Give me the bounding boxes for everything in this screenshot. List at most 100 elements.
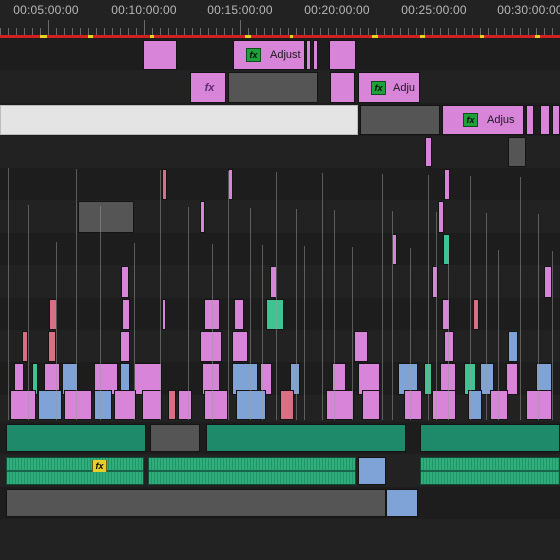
- video-clip[interactable]: [64, 390, 92, 420]
- video-clip[interactable]: [232, 331, 248, 362]
- audio-clip[interactable]: [206, 424, 406, 452]
- audio-clip[interactable]: [358, 457, 386, 485]
- adjustment-clip[interactable]: [552, 105, 560, 135]
- nested-clip-group[interactable]: [508, 137, 526, 167]
- video-clip[interactable]: [162, 169, 167, 200]
- ruler-tick: [480, 28, 481, 35]
- video-clip[interactable]: [204, 390, 228, 420]
- video-clip[interactable]: [490, 390, 508, 420]
- edit-point-line: [160, 170, 161, 420]
- edit-point-line: [296, 209, 297, 420]
- ruler-tick: [24, 28, 25, 35]
- ruler-tick: [440, 28, 441, 35]
- video-clip[interactable]: [120, 331, 130, 362]
- adjustment-clip[interactable]: [330, 72, 355, 103]
- audio-clip[interactable]: [150, 424, 200, 452]
- edit-point-line: [250, 208, 251, 420]
- audio-clip[interactable]: [6, 457, 144, 485]
- video-clip[interactable]: [326, 390, 354, 420]
- ruler-tick: [40, 28, 41, 35]
- ruler-tick: [536, 28, 537, 35]
- ruler-tick: [200, 28, 201, 35]
- audio-clip[interactable]: [6, 424, 146, 452]
- edit-point-line: [100, 206, 101, 420]
- ruler-tick: [128, 28, 129, 35]
- adjustment-clip[interactable]: fx Adjust: [233, 40, 305, 70]
- adjustment-clip[interactable]: fx Adju: [358, 72, 420, 103]
- video-clip[interactable]: [178, 390, 192, 420]
- audio-clip[interactable]: [386, 489, 418, 517]
- video-clip[interactable]: [362, 390, 380, 420]
- adjustment-clip[interactable]: [143, 40, 177, 70]
- video-clip[interactable]: [404, 390, 422, 420]
- edit-point-line: [428, 175, 429, 420]
- video-clip[interactable]: [234, 299, 244, 330]
- edit-point-line: [262, 245, 263, 420]
- ruler-tick: [120, 28, 121, 35]
- adjustment-clip[interactable]: [329, 40, 356, 70]
- video-clip[interactable]: [162, 299, 166, 330]
- video-clip[interactable]: [168, 390, 176, 420]
- ruler-tick: [88, 28, 89, 35]
- edit-point-line: [382, 174, 383, 420]
- ruler-tick: [72, 28, 73, 35]
- ruler-tick: [344, 28, 345, 35]
- video-clip[interactable]: [114, 390, 136, 420]
- video-clip[interactable]: [38, 390, 62, 420]
- video-clip[interactable]: [544, 266, 552, 298]
- time-ruler[interactable]: 00:05:00:00 00:10:00:00 00:15:00:00 00:2…: [0, 0, 560, 37]
- video-clip[interactable]: [142, 390, 162, 420]
- video-clip[interactable]: [94, 390, 112, 420]
- ruler-tick: [472, 28, 473, 35]
- video-clip[interactable]: [10, 390, 36, 420]
- video-clip[interactable]: [280, 390, 294, 420]
- video-clip[interactable]: [121, 266, 129, 298]
- video-clip[interactable]: [444, 169, 450, 200]
- selected-clip[interactable]: [0, 105, 358, 135]
- video-clip[interactable]: [266, 299, 284, 330]
- ruler-tick: [232, 28, 233, 35]
- edit-point-line: [392, 211, 393, 420]
- ruler-tick: [504, 28, 505, 35]
- video-clip[interactable]: [473, 299, 479, 330]
- edit-point-line: [322, 173, 323, 420]
- adjustment-clip[interactable]: fx: [190, 72, 226, 103]
- video-clip[interactable]: [200, 201, 205, 233]
- video-clip[interactable]: [508, 331, 518, 362]
- nested-clip-group[interactable]: [228, 72, 318, 103]
- edit-point-line: [76, 169, 77, 420]
- ruler-tick: [184, 28, 185, 35]
- ruler-tick: [312, 28, 313, 35]
- audio-clip[interactable]: [420, 457, 560, 485]
- video-clip[interactable]: [444, 331, 454, 362]
- adjustment-clip[interactable]: [540, 105, 550, 135]
- ruler-tick: [384, 28, 385, 35]
- track-area[interactable]: fx Adjust fx fx Adju fx Adjus fx: [0, 38, 560, 560]
- video-clip[interactable]: [48, 331, 56, 362]
- adjustment-clip[interactable]: [425, 137, 432, 167]
- ruler-tick: [360, 28, 361, 35]
- video-track-lane: [0, 136, 560, 169]
- timecode-label: 00:15:00:00: [207, 3, 273, 17]
- sequence-timeline[interactable]: 00:05:00:00 00:10:00:00 00:15:00:00 00:2…: [0, 0, 560, 560]
- video-clip[interactable]: [122, 299, 130, 330]
- nested-clip-group[interactable]: [78, 201, 134, 233]
- video-clip[interactable]: [200, 331, 222, 362]
- video-clip[interactable]: [354, 331, 368, 362]
- adjustment-clip[interactable]: [526, 105, 534, 135]
- nested-clip-group[interactable]: [360, 105, 440, 135]
- video-clip[interactable]: [432, 266, 438, 298]
- adjustment-clip[interactable]: [306, 40, 311, 70]
- adjustment-clip[interactable]: [313, 40, 318, 70]
- timecode-label: 00:25:00:00: [401, 3, 467, 17]
- adjustment-clip[interactable]: fx Adjus: [442, 105, 524, 135]
- video-clip[interactable]: [438, 201, 444, 233]
- video-clip[interactable]: [526, 390, 552, 420]
- audio-clip[interactable]: [148, 457, 356, 485]
- audio-clip[interactable]: [420, 424, 560, 452]
- edit-point-line: [486, 213, 487, 420]
- fx-icon: fx: [463, 113, 478, 127]
- ruler-tick: [488, 28, 489, 35]
- edit-point-line: [8, 168, 9, 420]
- audio-clip[interactable]: [6, 489, 386, 517]
